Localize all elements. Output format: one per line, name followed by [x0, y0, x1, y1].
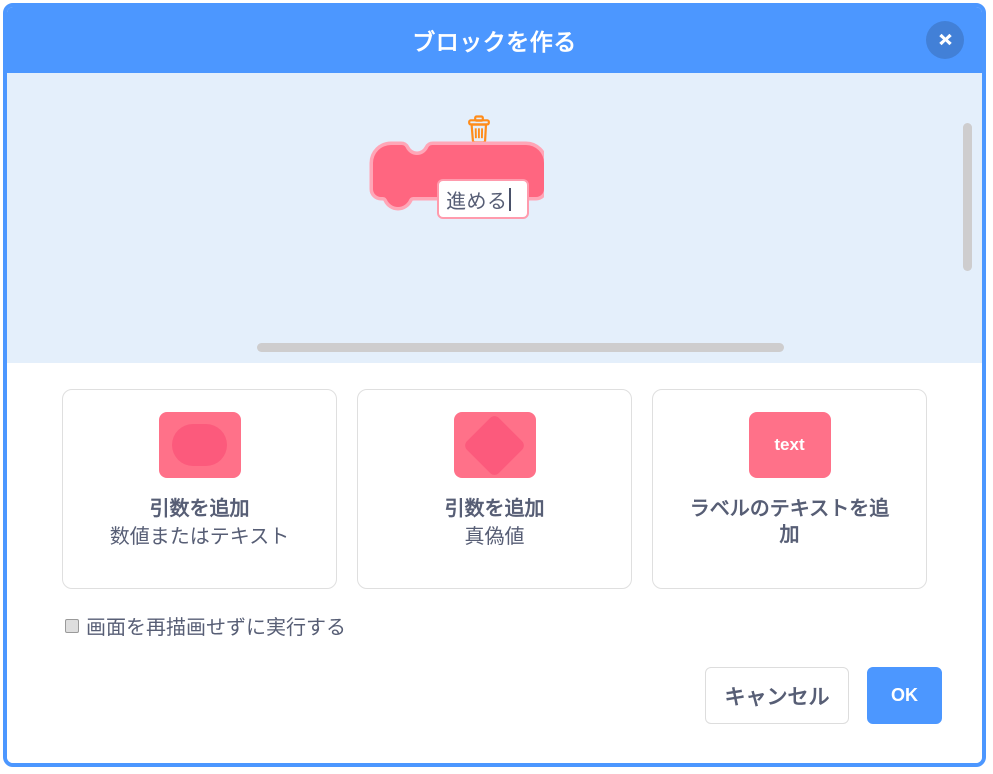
vertical-scrollbar[interactable] [963, 123, 972, 271]
add-label-text-button[interactable]: text ラベルのテキストを追加 [652, 389, 927, 589]
block-stage: 進める [7, 73, 982, 363]
page-title: ブロックを作る [412, 29, 577, 55]
run-without-screen-refresh-label: 画面を再描画せずに実行する [86, 617, 346, 639]
card-label: 引数を追加 [444, 498, 545, 520]
label-text-icon: text [748, 412, 831, 478]
card-sublabel: 数値またはテキスト [109, 526, 290, 549]
card-label: ラベルのテキストを追加 [689, 498, 890, 547]
close-icon [938, 32, 952, 49]
card-sublabel: 真偽値 [464, 526, 525, 549]
run-without-screen-refresh-row[interactable]: 画面を再描画せずに実行する [7, 589, 982, 640]
block-name-input[interactable]: 進める [437, 179, 529, 219]
label-text-icon-label: text [774, 435, 805, 454]
block-name-value: 進める [446, 190, 508, 213]
horizontal-scrollbar[interactable] [257, 343, 784, 352]
ok-button[interactable]: OK [867, 667, 942, 724]
close-button[interactable] [926, 21, 964, 59]
cancel-button[interactable]: キャンセル [705, 667, 849, 724]
rounded-input-icon [158, 412, 241, 478]
dialog-footer: キャンセル OK [705, 667, 942, 724]
rounded-input-icon-shape [172, 424, 227, 466]
option-cards-row: 引数を追加 数値またはテキスト 引数を追加 真偽値 text ラベルのテキストを… [7, 363, 982, 589]
boolean-diamond-icon-shape [462, 413, 527, 477]
dialog-header: ブロックを作る [7, 7, 982, 73]
boolean-diamond-icon [453, 412, 536, 478]
make-a-block-dialog: ブロックを作る 進める 引数を追加 数値またはテキスト 引数を追加 真偽値 te… [3, 3, 986, 767]
dialog-body: 引数を追加 数値またはテキスト 引数を追加 真偽値 text ラベルのテキストを… [7, 363, 982, 763]
close-icon-svg [938, 33, 952, 45]
block-preview-workspace[interactable]: 進める [7, 73, 982, 363]
add-number-text-input-button[interactable]: 引数を追加 数値またはテキスト [62, 389, 337, 589]
run-without-screen-refresh-checkbox[interactable] [65, 618, 79, 633]
text-caret [508, 187, 511, 211]
add-boolean-input-button[interactable]: 引数を追加 真偽値 [357, 389, 632, 589]
card-label: 引数を追加 [149, 498, 250, 520]
